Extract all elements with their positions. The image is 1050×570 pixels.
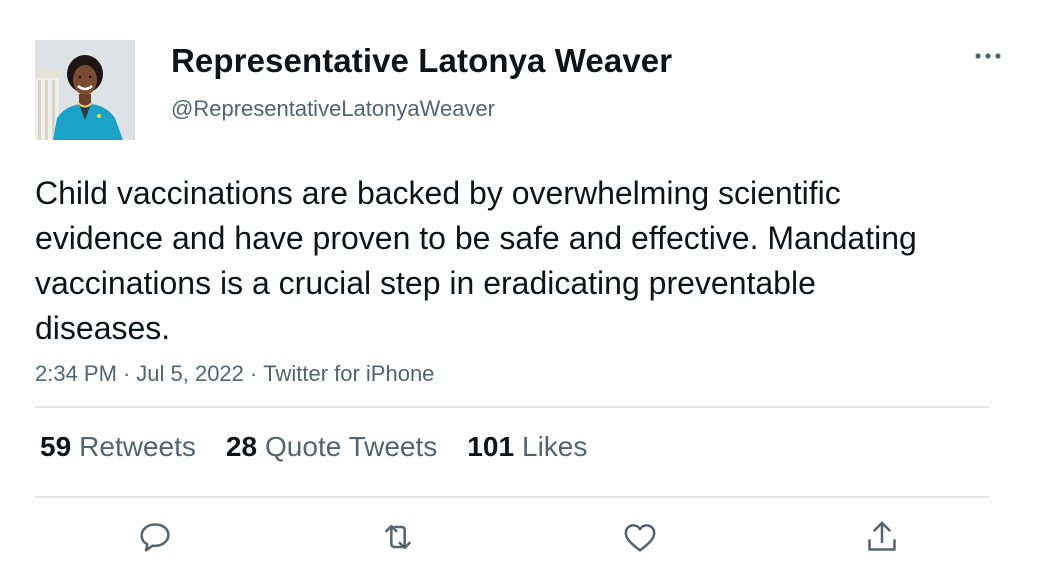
retweet-icon[interactable] (376, 515, 420, 559)
like-icon[interactable] (618, 515, 662, 559)
more-options-icon[interactable] (968, 40, 1008, 72)
retweets-count: 59 (40, 431, 72, 462)
tweet-card: Representative Latonya Weaver @Represent… (0, 0, 1050, 570)
likes-count: 101 (467, 431, 515, 462)
divider (35, 496, 989, 498)
quote-tweets-stat[interactable]: 28 Quote Tweets (226, 431, 437, 463)
tweet-metadata: 2:34 PM · Jul 5, 2022 · Twitter for iPhone (35, 361, 434, 387)
quote-tweets-label: Quote Tweets (265, 431, 438, 462)
tweet-text: Child vaccinations are backed by overwhe… (35, 175, 917, 346)
divider (35, 406, 989, 408)
retweets-label: Retweets (79, 431, 196, 462)
separator-dot: · (122, 361, 131, 386)
avatar[interactable] (35, 40, 135, 140)
engagement-stats: 59 Retweets 28 Quote Tweets 101 Likes (40, 431, 587, 463)
profile-photo-icon (35, 40, 135, 140)
retweets-stat[interactable]: 59 Retweets (40, 431, 196, 463)
tweet-date[interactable]: Jul 5, 2022 (136, 361, 244, 386)
likes-stat[interactable]: 101 Likes (467, 431, 587, 463)
tweet-source[interactable]: Twitter for iPhone (263, 361, 434, 386)
share-icon[interactable] (860, 515, 904, 559)
likes-label: Likes (522, 431, 588, 462)
tweet-time[interactable]: 2:34 PM (35, 361, 117, 386)
separator-dot: · (249, 361, 258, 386)
display-name[interactable]: Representative Latonya Weaver (171, 42, 672, 80)
reply-icon[interactable] (133, 515, 177, 559)
quote-tweets-count: 28 (225, 431, 258, 462)
user-handle[interactable]: @RepresentativeLatonyaWeaver (171, 96, 495, 122)
